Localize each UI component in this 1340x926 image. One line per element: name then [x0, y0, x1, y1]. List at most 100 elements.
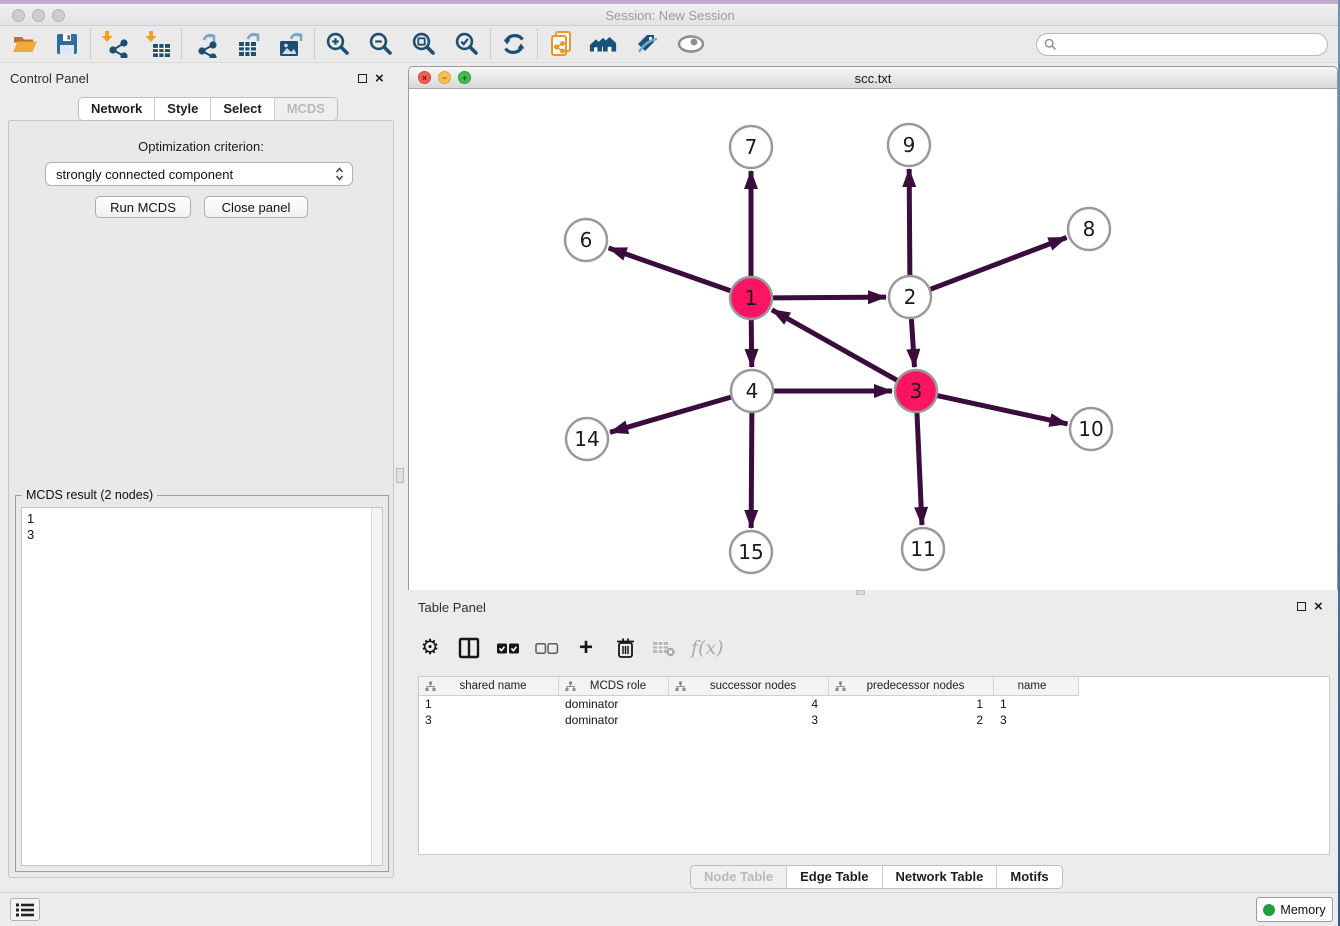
close-panel-button[interactable]: Close panel — [204, 196, 308, 218]
svg-text:6: 6 — [580, 228, 593, 252]
hierarchy-icon — [565, 681, 576, 692]
zoom-out-icon[interactable] — [366, 29, 396, 59]
criterion-dropdown[interactable]: strongly connected component — [45, 162, 353, 186]
memory-button[interactable]: Memory — [1256, 897, 1333, 922]
memory-status-dot — [1263, 904, 1275, 916]
tab-network[interactable]: Network — [79, 98, 155, 120]
edge-1-4[interactable] — [751, 319, 752, 367]
cell-name[interactable]: 1 — [994, 696, 1079, 712]
mcds-result-textarea[interactable]: 1 3 — [21, 507, 383, 866]
svg-text:15: 15 — [738, 540, 763, 564]
zoom-in-icon[interactable] — [323, 29, 353, 59]
cell-predecessor-nodes[interactable]: 1 — [829, 696, 994, 712]
cell-name[interactable]: 3 — [994, 712, 1079, 728]
column-header-successor-nodes[interactable]: successor nodes — [669, 677, 829, 696]
cell-successor-nodes[interactable]: 3 — [669, 712, 829, 728]
cell-successor-nodes[interactable]: 4 — [669, 696, 829, 712]
tab-style[interactable]: Style — [155, 98, 211, 120]
tab-motifs[interactable]: Motifs — [997, 866, 1061, 888]
export-network-icon[interactable] — [190, 29, 220, 59]
zoom-fit-icon[interactable] — [409, 29, 439, 59]
tab-edge-table[interactable]: Edge Table — [787, 866, 882, 888]
search-field[interactable] — [1036, 33, 1328, 56]
cell-shared-name[interactable]: 1 — [419, 696, 559, 712]
result-scrollbar[interactable] — [371, 508, 382, 865]
tab-node-table[interactable]: Node Table — [691, 866, 787, 888]
close-panel-icon[interactable]: × — [375, 74, 384, 83]
node-11[interactable]: 11 — [902, 528, 944, 570]
task-history-button[interactable] — [10, 898, 40, 921]
mcds-result-title: MCDS result (2 nodes) — [22, 488, 157, 502]
network-canvas[interactable]: 7 9 6 8 1 2 4 3 14 10 15 11 — [409, 89, 1337, 590]
node-3[interactable]: 3 — [895, 370, 937, 412]
gear-icon[interactable]: ⚙ — [418, 634, 442, 662]
node-15[interactable]: 15 — [730, 531, 772, 573]
edge-3-11[interactable] — [917, 412, 922, 525]
add-column-icon[interactable]: + — [574, 634, 598, 662]
cell-mcds-role[interactable]: dominator — [559, 712, 669, 728]
hierarchy-icon — [835, 681, 846, 692]
node-10[interactable]: 10 — [1070, 408, 1112, 450]
svg-text:2: 2 — [904, 285, 917, 309]
checked-boxes-icon[interactable] — [496, 634, 520, 662]
open-folder-icon[interactable] — [10, 29, 40, 59]
node-1[interactable]: 1 — [730, 277, 772, 319]
node-9[interactable]: 9 — [888, 124, 930, 166]
column-header-name[interactable]: name — [994, 677, 1079, 696]
node-8[interactable]: 8 — [1068, 208, 1110, 250]
node-2[interactable]: 2 — [889, 276, 931, 318]
table-row[interactable]: 3 dominator 3 2 3 — [419, 712, 1329, 728]
node-14[interactable]: 14 — [566, 418, 608, 460]
list-icon — [15, 902, 35, 918]
eye-icon[interactable] — [676, 29, 706, 59]
edge-3-10[interactable] — [937, 395, 1068, 423]
edge-2-3[interactable] — [911, 318, 914, 367]
edge-2-9[interactable] — [909, 169, 910, 276]
export-table-icon[interactable] — [234, 29, 264, 59]
control-panel-title: Control Panel — [10, 71, 89, 86]
run-mcds-button[interactable]: Run MCDS — [95, 196, 191, 218]
tab-mcds[interactable]: MCDS — [275, 98, 337, 120]
column-header-shared-name[interactable]: shared name — [419, 677, 559, 696]
network-window-titlebar[interactable]: × − + scc.txt — [409, 67, 1337, 89]
vertical-splitter-grip[interactable] — [396, 468, 404, 483]
column-header-mcds-role[interactable]: MCDS role — [559, 677, 669, 696]
control-panel-tabs: Network Style Select MCDS — [78, 97, 338, 121]
save-floppy-icon[interactable] — [52, 29, 82, 59]
tab-select[interactable]: Select — [211, 98, 274, 120]
tab-network-table[interactable]: Network Table — [883, 866, 998, 888]
edge-4-15[interactable] — [751, 412, 752, 528]
column-header-predecessor-nodes[interactable]: predecessor nodes — [829, 677, 994, 696]
edge-2-8[interactable] — [930, 238, 1067, 290]
export-image-icon[interactable] — [276, 29, 306, 59]
edge-4-14[interactable] — [610, 397, 732, 432]
close-table-panel-icon[interactable]: × — [1314, 602, 1323, 611]
cell-predecessor-nodes[interactable]: 2 — [829, 712, 994, 728]
function-icon: f(x) — [691, 634, 724, 662]
edge-1-2[interactable] — [772, 297, 886, 298]
refresh-icon[interactable] — [499, 29, 529, 59]
optimization-criterion-label: Optimization criterion: — [9, 139, 393, 154]
node-7[interactable]: 7 — [730, 126, 772, 168]
edge-1-6[interactable] — [609, 248, 732, 291]
float-panel-icon[interactable] — [358, 74, 367, 83]
table-row[interactable]: 1 dominator 4 1 1 — [419, 696, 1329, 712]
edge-3-1[interactable] — [772, 310, 898, 381]
trash-icon[interactable] — [613, 634, 637, 662]
import-network-icon[interactable] — [99, 29, 129, 59]
float-table-panel-icon[interactable] — [1297, 602, 1306, 611]
node-4[interactable]: 4 — [731, 370, 773, 412]
horizontal-splitter-grip[interactable] — [856, 590, 865, 595]
annotation-document-icon[interactable] — [546, 29, 576, 59]
import-table-icon[interactable] — [143, 29, 173, 59]
cell-shared-name[interactable]: 3 — [419, 712, 559, 728]
network-graph: 7 9 6 8 1 2 4 3 14 10 15 11 — [409, 89, 1337, 590]
zoom-selected-icon[interactable] — [452, 29, 482, 59]
split-columns-icon[interactable] — [457, 634, 481, 662]
search-input[interactable] — [1061, 36, 1327, 54]
cell-mcds-role[interactable]: dominator — [559, 696, 669, 712]
homes-icon[interactable] — [588, 29, 618, 59]
unchecked-boxes-icon[interactable] — [535, 634, 559, 662]
node-6[interactable]: 6 — [565, 219, 607, 261]
tag-slash-icon[interactable] — [632, 29, 662, 59]
